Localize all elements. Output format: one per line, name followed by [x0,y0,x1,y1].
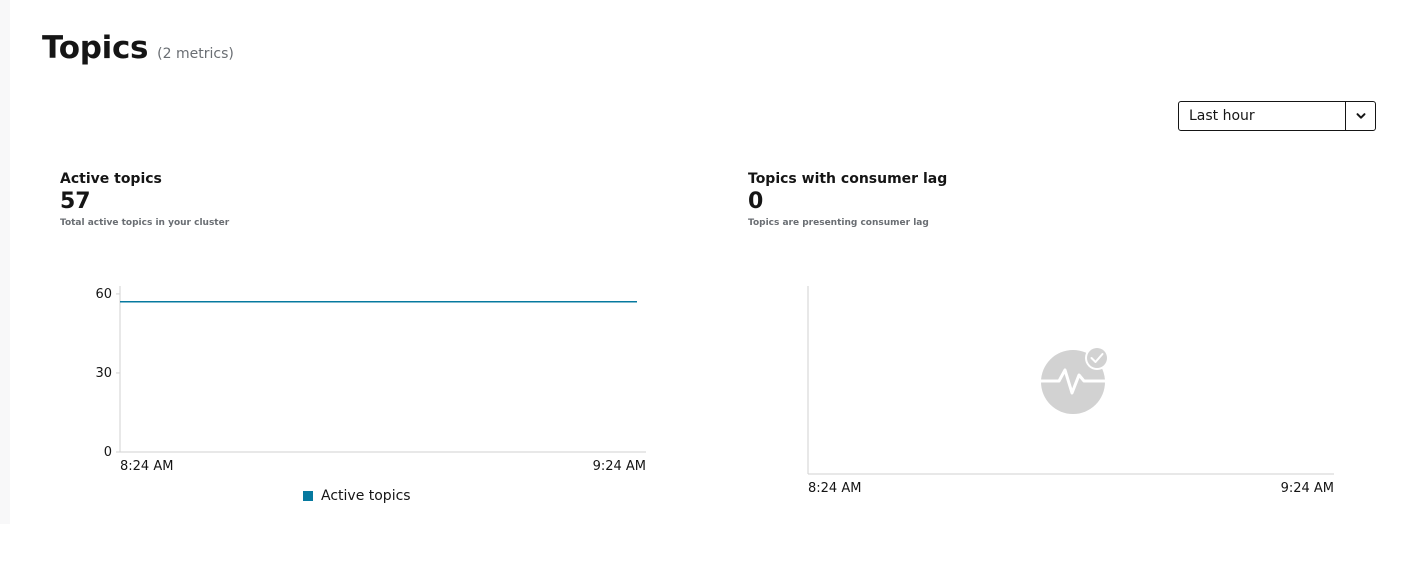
x-tick-label: 9:24 AM [1281,481,1334,496]
page-title: Topics [42,30,149,66]
legend-label: Active topics [321,488,411,504]
consumer-lag-chart: 8:24 AM 9:24 AM [807,286,1334,496]
x-tick-label: 8:24 AM [808,481,861,496]
chart-legend: Active topics [303,488,411,504]
active-topics-chart: 0 30 60 8:24 AM 9:24 AM [95,286,646,474]
time-range-toggle[interactable] [1345,102,1375,130]
card-value: 0 [748,189,764,214]
consumer-lag-card: Topics with consumer lag 0 Topics are pr… [748,171,947,228]
legend-swatch [303,491,313,501]
card-title: Active topics [60,171,162,187]
chevron-down-icon [1356,113,1365,119]
card-title: Topics with consumer lag [748,171,948,187]
page-header: Topics (2 metrics) [42,30,234,66]
time-range-value: Last hour [1189,108,1255,124]
metrics-count: (2 metrics) [157,46,234,62]
time-range-select[interactable]: Last hour [1178,101,1376,131]
y-tick-label: 0 [104,445,112,460]
card-value: 57 [60,189,91,214]
activity-check-icon [1039,346,1109,414]
card-description: Total active topics in your cluster [60,218,230,228]
left-page-edge [0,0,10,524]
card-description: Topics are presenting consumer lag [748,218,929,228]
y-tick-label: 30 [95,366,112,381]
y-tick-label: 60 [95,287,112,302]
x-tick-label: 8:24 AM [120,459,173,474]
active-topics-card: Active topics 57 Total active topics in … [60,171,229,228]
x-tick-label: 9:24 AM [593,459,646,474]
